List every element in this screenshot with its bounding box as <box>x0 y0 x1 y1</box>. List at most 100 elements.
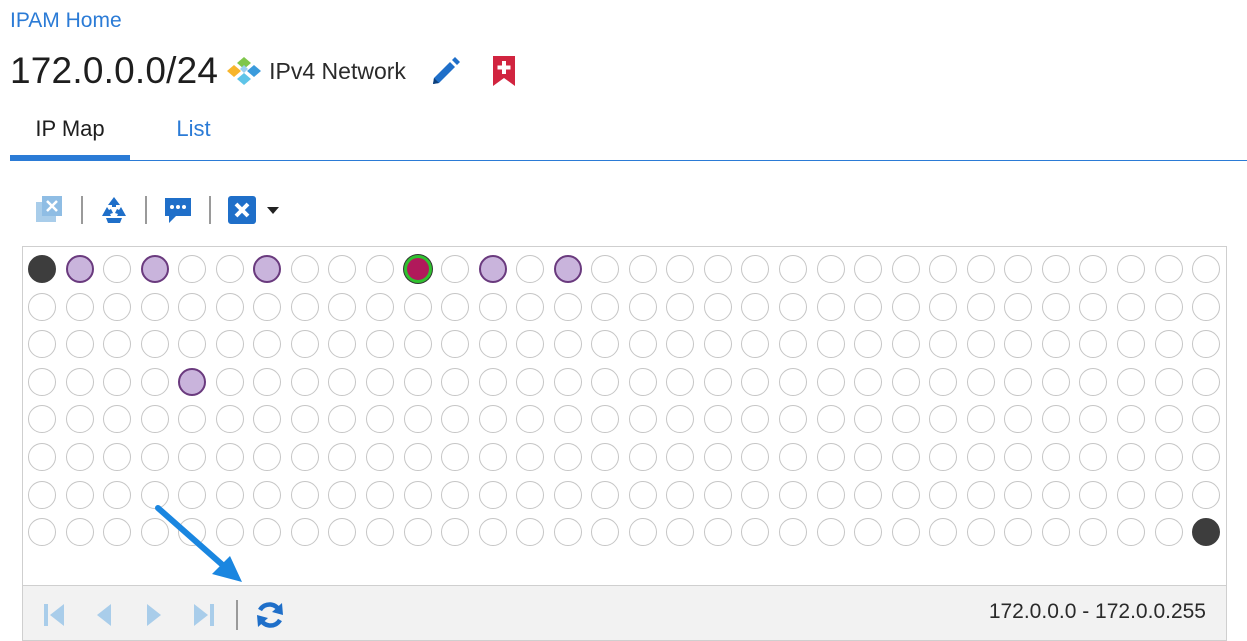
tab-ip-map[interactable]: IP Map <box>10 106 130 160</box>
ip-address-cell-available[interactable] <box>441 292 470 321</box>
tab-list[interactable]: List <box>156 106 231 158</box>
ip-address-cell-available[interactable] <box>1079 480 1108 509</box>
clear-selection-button[interactable] <box>33 193 67 227</box>
first-page-button[interactable] <box>37 598 71 632</box>
refresh-button[interactable] <box>253 598 287 632</box>
ip-address-cell-available[interactable] <box>103 443 132 471</box>
ip-address-cell-available[interactable] <box>628 518 657 547</box>
ip-address-cell-available[interactable] <box>28 480 56 509</box>
ip-address-cell-available[interactable] <box>215 405 244 434</box>
ip-address-cell-available[interactable] <box>628 330 657 359</box>
ip-address-cell-available[interactable] <box>891 330 920 359</box>
ip-address-cell-available[interactable] <box>553 330 582 359</box>
ip-address-cell-available[interactable] <box>1079 330 1108 359</box>
ip-address-cell-available[interactable] <box>403 367 432 396</box>
ip-address-cell-available[interactable] <box>966 480 995 509</box>
ip-address-cell-available[interactable] <box>365 405 394 434</box>
ip-address-cell-available[interactable] <box>253 518 282 547</box>
ip-address-cell-available[interactable] <box>103 255 132 283</box>
ip-address-cell-available[interactable] <box>1192 292 1221 321</box>
ip-address-cell-available[interactable] <box>854 480 883 509</box>
ip-address-cell-available[interactable] <box>741 518 770 547</box>
ip-address-cell-available[interactable] <box>1041 518 1070 547</box>
ip-address-cell-available[interactable] <box>28 405 56 434</box>
delete-button[interactable] <box>225 193 259 227</box>
ip-address-cell-available[interactable] <box>215 330 244 359</box>
ip-address-cell-available[interactable] <box>779 255 807 283</box>
ip-address-cell-available[interactable] <box>140 518 169 547</box>
ip-address-cell-available[interactable] <box>441 480 470 509</box>
ip-address-cell-available[interactable] <box>328 518 357 547</box>
ip-address-cell-available[interactable] <box>140 480 169 509</box>
ip-address-cell-selected[interactable] <box>403 255 432 283</box>
ip-address-cell-used[interactable] <box>178 367 207 396</box>
ip-address-cell-available[interactable] <box>103 480 132 509</box>
ip-address-cell-available[interactable] <box>140 330 169 359</box>
ip-address-cell-available[interactable] <box>1192 330 1221 359</box>
ip-address-cell-available[interactable] <box>103 367 132 396</box>
ip-address-cell-available[interactable] <box>441 255 470 283</box>
ip-address-cell-reserved[interactable] <box>28 255 56 283</box>
ip-address-cell-available[interactable] <box>854 518 883 547</box>
ip-address-cell-available[interactable] <box>741 443 770 471</box>
ip-address-cell-available[interactable] <box>290 518 319 547</box>
ip-address-cell-available[interactable] <box>65 405 94 434</box>
reclaim-button[interactable] <box>97 193 131 227</box>
ip-address-cell-available[interactable] <box>703 443 732 471</box>
ip-address-cell-available[interactable] <box>854 330 883 359</box>
ip-address-cell-available[interactable] <box>328 480 357 509</box>
ip-address-cell-available[interactable] <box>929 292 958 321</box>
ip-address-cell-available[interactable] <box>478 405 507 434</box>
ip-address-cell-available[interactable] <box>816 330 845 359</box>
ip-address-cell-available[interactable] <box>478 330 507 359</box>
ip-address-cell-available[interactable] <box>1041 405 1070 434</box>
ip-address-cell-available[interactable] <box>290 405 319 434</box>
ip-address-cell-available[interactable] <box>1192 367 1221 396</box>
ip-address-cell-available[interactable] <box>741 330 770 359</box>
ip-address-cell-available[interactable] <box>178 443 207 471</box>
ip-address-cell-available[interactable] <box>1154 480 1183 509</box>
ip-address-cell-available[interactable] <box>290 480 319 509</box>
ip-address-cell-available[interactable] <box>403 480 432 509</box>
ip-address-cell-available[interactable] <box>816 480 845 509</box>
ip-address-cell-available[interactable] <box>816 367 845 396</box>
ip-address-cell-available[interactable] <box>1041 367 1070 396</box>
ip-address-cell-available[interactable] <box>178 255 207 283</box>
ip-address-cell-available[interactable] <box>441 443 470 471</box>
ip-address-cell-available[interactable] <box>1154 405 1183 434</box>
ip-address-cell-available[interactable] <box>854 292 883 321</box>
last-page-button[interactable] <box>187 598 221 632</box>
ip-address-cell-available[interactable] <box>1004 330 1033 359</box>
ip-address-cell-available[interactable] <box>365 367 394 396</box>
ip-address-cell-available[interactable] <box>290 255 319 283</box>
ip-address-cell-available[interactable] <box>591 518 620 547</box>
ip-address-cell-available[interactable] <box>1004 405 1033 434</box>
ip-address-cell-available[interactable] <box>628 367 657 396</box>
ip-address-cell-available[interactable] <box>1192 480 1221 509</box>
ip-address-cell-available[interactable] <box>478 292 507 321</box>
comment-button[interactable] <box>161 193 195 227</box>
ip-address-cell-available[interactable] <box>516 367 545 396</box>
ip-address-cell-available[interactable] <box>253 443 282 471</box>
ip-address-cell-available[interactable] <box>215 367 244 396</box>
ip-address-cell-available[interactable] <box>966 443 995 471</box>
ip-address-cell-available[interactable] <box>1116 367 1145 396</box>
ip-address-cell-available[interactable] <box>215 480 244 509</box>
ip-address-cell-available[interactable] <box>591 443 620 471</box>
ip-address-cell-available[interactable] <box>140 292 169 321</box>
ip-address-cell-available[interactable] <box>1154 367 1183 396</box>
ip-address-cell-available[interactable] <box>816 255 845 283</box>
ip-address-cell-available[interactable] <box>65 367 94 396</box>
ip-address-cell-available[interactable] <box>328 292 357 321</box>
ip-address-cell-available[interactable] <box>779 330 807 359</box>
ip-address-cell-available[interactable] <box>891 480 920 509</box>
ip-address-cell-available[interactable] <box>403 518 432 547</box>
ip-address-cell-available[interactable] <box>591 255 620 283</box>
ip-address-cell-available[interactable] <box>516 330 545 359</box>
ip-address-cell-available[interactable] <box>65 292 94 321</box>
breadcrumb[interactable]: IPAM Home <box>10 9 122 33</box>
ip-address-cell-available[interactable] <box>666 330 695 359</box>
ip-address-cell-available[interactable] <box>703 292 732 321</box>
ip-address-cell-available[interactable] <box>140 367 169 396</box>
ip-address-cell-available[interactable] <box>816 443 845 471</box>
